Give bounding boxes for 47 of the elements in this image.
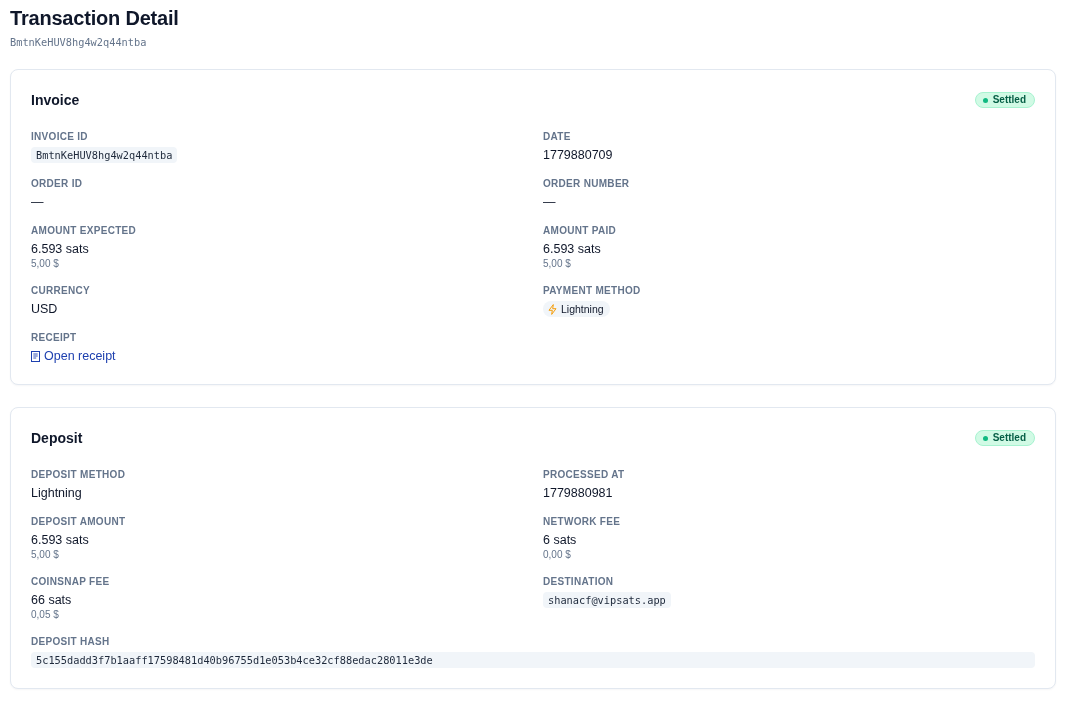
document-icon [31, 350, 40, 362]
field-value: — [543, 194, 556, 210]
field-label: DESTINATION [543, 576, 614, 588]
field-label: ORDER ID [31, 178, 83, 190]
fiat-value: 5,00 $ [31, 257, 59, 270]
card-title: Invoice [31, 91, 80, 110]
field-value: USD [31, 301, 58, 317]
card-title: Deposit [31, 429, 83, 448]
field-value: — [31, 194, 44, 210]
page-title: Transaction Detail [10, 6, 179, 30]
amount-value: 6.593 sats [543, 241, 601, 257]
field-label: PAYMENT METHOD [543, 285, 641, 297]
fiat-value: 5,00 $ [543, 257, 571, 270]
field-value: 1779880709 [543, 147, 613, 163]
field-label: PROCESSED AT [543, 469, 625, 481]
status-dot-icon [982, 97, 988, 103]
status-dot-icon [982, 435, 988, 441]
code-value: BmtnKeHUV8hg4w2q44ntba [31, 147, 178, 163]
amount-value: 66 sats [31, 592, 72, 608]
transaction-id: BmtnKeHUV8hg4w2q44ntba [10, 35, 147, 49]
status-text: Settled [992, 93, 1026, 107]
field-label: ORDER NUMBER [543, 178, 630, 190]
fiat-value: 0,05 $ [31, 608, 59, 621]
hash-value: 5c155dadd3f7b1aaff17598481d40b96755d1e053b4ce32cf88edac28011e3de [31, 652, 1035, 668]
field-label: DEPOSIT METHOD [31, 469, 126, 481]
field-label: INVOICE ID [31, 131, 88, 143]
amount-value: 6.593 sats [31, 532, 89, 548]
field-value: 1779880981 [543, 485, 613, 501]
field-label: NETWORK FEE [543, 516, 621, 528]
lightning-icon [548, 303, 557, 315]
fiat-value: 5,00 $ [31, 548, 59, 561]
field-label: CURRENCY [31, 285, 91, 297]
amount-value: 6.593 sats [31, 241, 89, 257]
fiat-value: 0,00 $ [543, 548, 571, 561]
field-label: DEPOSIT AMOUNT [31, 516, 126, 528]
field-label: AMOUNT PAID [543, 225, 617, 237]
method-text: Lightning [561, 302, 604, 317]
field-label: DATE [543, 131, 571, 143]
field-value: Lightning [31, 485, 82, 501]
field-label: DEPOSIT HASH [31, 636, 110, 648]
field-label: RECEIPT [31, 332, 77, 344]
status-text: Settled [992, 431, 1026, 445]
amount-value: 6 sats [543, 532, 577, 548]
field-label: AMOUNT EXPECTED [31, 225, 137, 237]
code-value: shanacf@vipsats.app [543, 592, 671, 608]
receipt-link[interactable]: Open receipt [31, 348, 116, 364]
field-label: COINSNAP FEE [31, 576, 110, 588]
